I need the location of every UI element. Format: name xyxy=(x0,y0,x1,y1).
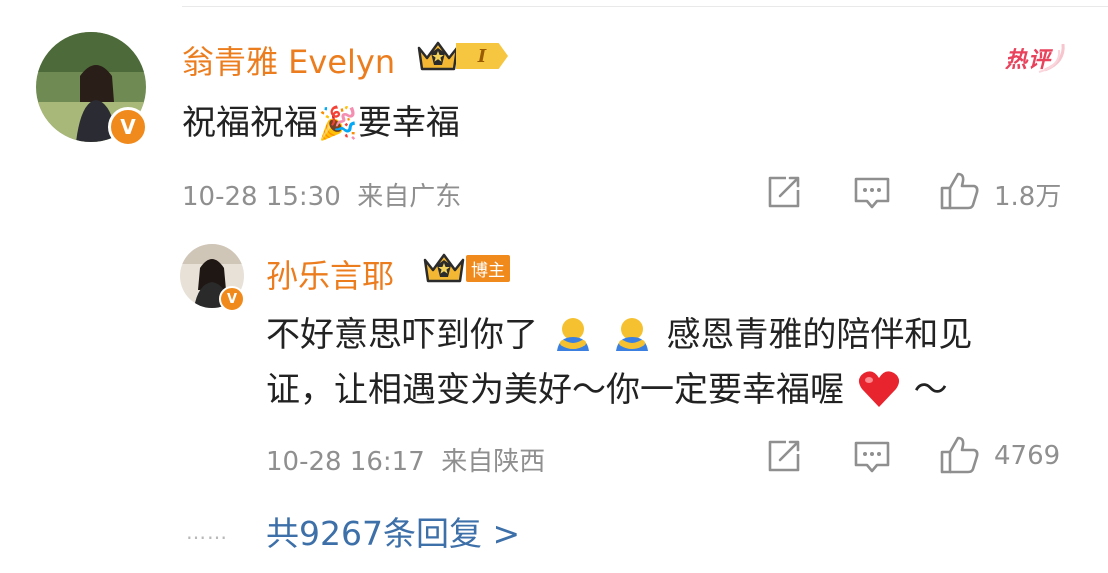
blogger-badge: 博主 xyxy=(422,251,510,285)
reply-meta: 10-28 16:17 来自陕西 xyxy=(266,447,546,477)
crown-icon xyxy=(417,41,459,71)
like-icon[interactable] xyxy=(938,434,980,476)
verified-icon: V xyxy=(108,107,148,147)
hot-comment-badge: 热评 xyxy=(1005,40,1069,74)
heart-emoji xyxy=(858,371,899,407)
crown-icon xyxy=(423,253,465,283)
level-label: I xyxy=(456,43,508,69)
comment-icon[interactable] xyxy=(853,439,891,475)
comment-meta: 10-28 15:30 来自广东 xyxy=(182,182,462,212)
face-emoji xyxy=(615,318,648,351)
more-replies-link[interactable]: 共9267条回复 > xyxy=(266,507,520,555)
member-level-badge[interactable]: I xyxy=(416,38,508,74)
face-emoji xyxy=(556,318,589,351)
verified-icon: V xyxy=(219,286,245,312)
reply-text-line2: 证，让相遇变为美好～你一定要幸福喔 ～ xyxy=(266,370,948,410)
comment-icon[interactable] xyxy=(853,175,891,211)
reply-author[interactable]: 孙乐言耶 xyxy=(266,251,394,297)
like-count: 1.8万 xyxy=(994,182,1062,212)
share-icon[interactable] xyxy=(766,174,802,210)
reply-text-line1: 不好意思吓到你了 感恩青雅的陪伴和见 xyxy=(266,315,973,355)
divider-dots: …… xyxy=(186,520,228,544)
reply-like-count: 4769 xyxy=(994,441,1061,471)
party-emoji: 🎉 xyxy=(318,104,358,142)
comment-author[interactable]: 翁青雅 Evelyn xyxy=(182,37,395,83)
top-divider xyxy=(182,6,1108,7)
share-icon[interactable] xyxy=(766,438,802,474)
like-icon[interactable] xyxy=(938,170,980,212)
comment-text: 祝福祝福🎉要幸福 xyxy=(182,103,460,143)
blogger-label: 博主 xyxy=(466,254,510,282)
